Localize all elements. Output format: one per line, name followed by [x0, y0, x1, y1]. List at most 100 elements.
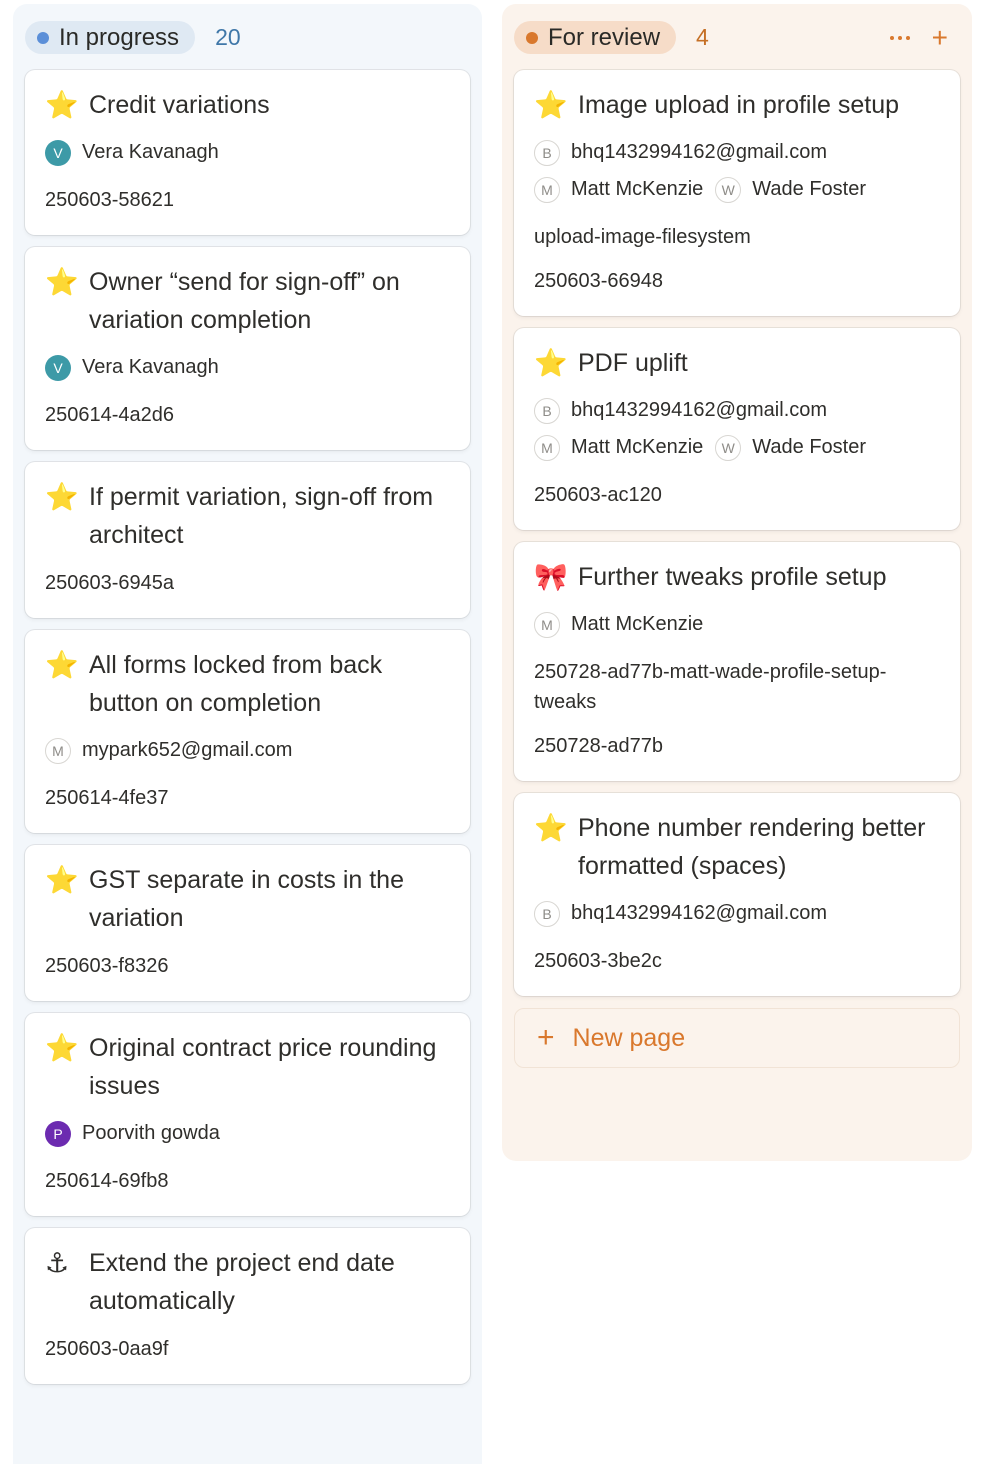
card-id: 250603-f8326	[45, 955, 169, 977]
task-card[interactable]: ⭐ All forms locked from back button on co…	[25, 630, 470, 833]
status-label: In progress	[59, 23, 180, 51]
person-tag: W Wade Foster	[715, 434, 867, 461]
card-id: 250603-3be2c	[534, 950, 662, 972]
people-row: P Poorvith gowda	[45, 1115, 450, 1152]
people-row: V Vera Kavanagh	[45, 349, 450, 386]
task-card[interactable]: ⭐ Original contract price rounding issues…	[25, 1013, 470, 1216]
card-id: 250603-66948	[534, 270, 664, 292]
person-tag: M Matt McKenzie	[534, 611, 704, 638]
add-card-icon[interactable]: +	[932, 23, 948, 52]
avatar: B	[534, 900, 560, 927]
task-card[interactable]: ⭐ GST separate in costs in the variation 2…	[25, 845, 470, 1001]
person-name: Matt McKenzie	[571, 178, 704, 200]
card-title-row: ⭐ PDF uplift	[534, 344, 940, 382]
person-name: Poorvith gowda	[82, 1122, 220, 1144]
card-branch-text: upload-image-filesystem	[534, 226, 751, 248]
task-card[interactable]: ⭐ Image upload in profile setup Bbhq143299…	[514, 70, 960, 316]
card-people: P Poorvith gowda	[45, 1115, 450, 1152]
star-icon: ⭐	[45, 865, 79, 895]
person-name: bhq1432994162@gmail.com	[571, 141, 828, 163]
people-row: V Vera Kavanagh	[45, 134, 450, 171]
person-name: Wade Foster	[752, 436, 867, 458]
person-name: Matt McKenzie	[571, 436, 704, 458]
more-options-icon[interactable]	[889, 35, 910, 40]
card-people: Bbhq1432994162@gmail.com M Matt McKenzie W W…	[534, 134, 940, 208]
people-row: Bbhq1432994162@gmail.com	[534, 895, 940, 932]
card-id: 250614-4a2d6	[45, 404, 175, 426]
column-in-progress: In progress 20 ⭐ Credit variations V Vera K…	[13, 4, 482, 1464]
card-title: Original contract price rounding issues	[89, 1034, 437, 1100]
status-dot-icon	[526, 31, 538, 44]
card-id: 250603-58621	[45, 189, 175, 211]
ribbon-icon: 🎀	[534, 562, 568, 592]
card-title-row: 🎀 Further tweaks profile setup	[534, 558, 940, 596]
avatar: M	[45, 737, 71, 764]
new-page-label: New page	[572, 1023, 686, 1052]
task-card[interactable]: ⭐ If permit variation, sign-off from arch…	[25, 462, 470, 618]
column-actions: +	[889, 20, 948, 55]
person-tag: Bbhq1432994162@gmail.com	[534, 139, 828, 166]
card-title: Image upload in profile setup	[578, 91, 900, 119]
avatar: M	[534, 176, 560, 203]
card-title-row: ⭐ Phone number rendering better formatted…	[534, 809, 940, 885]
status-pill-in-progress[interactable]: In progress	[25, 21, 196, 54]
task-card[interactable]: ⭐ Owner “send for sign-off” on variation …	[25, 247, 470, 450]
card-title-row: ⭐ Credit variations	[45, 86, 450, 124]
avatar: P	[45, 1120, 71, 1147]
status-pill-for-review[interactable]: For review	[514, 21, 677, 54]
star-icon: ⭐	[45, 1033, 79, 1063]
new-page-button[interactable]: + New page	[514, 1008, 960, 1068]
status-dot-icon	[37, 31, 49, 44]
status-label: For review	[548, 23, 661, 51]
card-title-row: ⭐ All forms locked from back button on co…	[45, 646, 450, 722]
person-name: bhq1432994162@gmail.com	[571, 902, 828, 924]
column-header: In progress 20	[25, 20, 470, 55]
card-title: All forms locked from back button on com…	[89, 651, 383, 717]
task-card[interactable]: ⭐ Credit variations V Vera Kavanagh 250603-5…	[25, 70, 470, 235]
card-id: 250614-69fb8	[45, 1170, 169, 1192]
card-people: V Vera Kavanagh	[45, 349, 450, 386]
card-people: Bbhq1432994162@gmail.com	[534, 895, 940, 932]
person-tag: V Vera Kavanagh	[45, 139, 219, 166]
star-icon: ⭐	[45, 267, 79, 297]
task-card[interactable]: ⭐ PDF uplift Bbhq1432994162@gmail.com M Matt…	[514, 328, 960, 530]
avatar: M	[534, 434, 560, 461]
card-title-row: ⭐ Original contract price rounding issues	[45, 1029, 450, 1105]
people-row: M Matt McKenzie	[534, 606, 940, 643]
card-title-row: ⚓ Extend the project end date automatical…	[45, 1244, 450, 1320]
person-tag: M Matt McKenzie	[534, 434, 704, 461]
card-title: Extend the project end date automaticall…	[89, 1249, 395, 1315]
person-tag: Bbhq1432994162@gmail.com	[534, 397, 828, 424]
people-row: Mmypark652@gmail.com	[45, 732, 450, 769]
card-title: Owner “send for sign-off” on variation c…	[89, 268, 400, 334]
column-for-review: For review 4 + ⭐ Image upload in profile …	[502, 4, 972, 1161]
person-tag: V Vera Kavanagh	[45, 354, 219, 381]
person-name: bhq1432994162@gmail.com	[571, 399, 828, 421]
person-name: Matt McKenzie	[571, 613, 704, 635]
task-card[interactable]: ⭐ Phone number rendering better formatted…	[514, 793, 960, 996]
person-name: mypark652@gmail.com	[82, 739, 293, 761]
person-name: Wade Foster	[752, 178, 867, 200]
card-title: Credit variations	[89, 91, 270, 119]
card-id: 250603-0aa9f	[45, 1338, 169, 1360]
card-title-row: ⭐ GST separate in costs in the variation	[45, 861, 450, 937]
card-id: 250728-ad77b	[534, 735, 664, 757]
card-title: GST separate in costs in the variation	[89, 866, 404, 932]
card-people: V Vera Kavanagh	[45, 134, 450, 171]
people-row: Bbhq1432994162@gmail.com	[534, 392, 940, 429]
avatar: B	[534, 397, 560, 424]
avatar: V	[45, 354, 71, 381]
card-branch-text: 250728-ad77b-matt-wade-profile-setup-twe…	[534, 661, 887, 713]
task-card[interactable]: 🎀 Further tweaks profile setup M Matt McKen…	[514, 542, 960, 781]
card-title: Phone number rendering better formatted …	[578, 814, 926, 880]
column-header: For review 4 +	[514, 20, 960, 55]
person-tag: M Matt McKenzie	[534, 176, 704, 203]
card-id: 250614-4fe37	[45, 787, 169, 809]
star-icon: ⭐	[534, 813, 568, 843]
avatar: M	[534, 611, 560, 638]
column-count: 4	[696, 24, 709, 50]
card-list: ⭐ Credit variations V Vera Kavanagh 250603-5…	[25, 70, 470, 1384]
card-title-row: ⭐ Image upload in profile setup	[534, 86, 940, 124]
person-name: Vera Kavanagh	[82, 141, 219, 163]
task-card[interactable]: ⚓ Extend the project end date automatical…	[25, 1228, 470, 1384]
